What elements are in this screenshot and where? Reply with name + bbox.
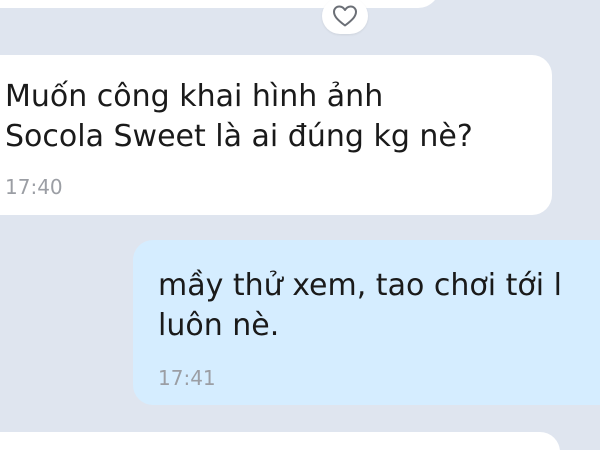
heart-outline-icon <box>333 5 357 27</box>
previous-message-bubble[interactable] <box>0 0 440 8</box>
chat-message-list[interactable]: Muốn công khai hình ảnh Socola Sweet là … <box>0 0 600 450</box>
message-timestamp: 17:41 <box>158 366 216 390</box>
incoming-message-bubble[interactable]: Muốn công khai hình ảnh Socola Sweet là … <box>0 55 552 215</box>
reaction-button[interactable] <box>322 0 368 34</box>
next-message-bubble[interactable] <box>0 432 560 450</box>
message-text: mầy thử xem, tao chơi tới l luôn nè. <box>158 268 562 343</box>
message-timestamp: 17:40 <box>5 175 63 199</box>
message-text: Muốn công khai hình ảnh Socola Sweet là … <box>5 79 473 154</box>
outgoing-message-bubble[interactable]: mầy thử xem, tao chơi tới l luôn nè. 17:… <box>133 240 600 405</box>
